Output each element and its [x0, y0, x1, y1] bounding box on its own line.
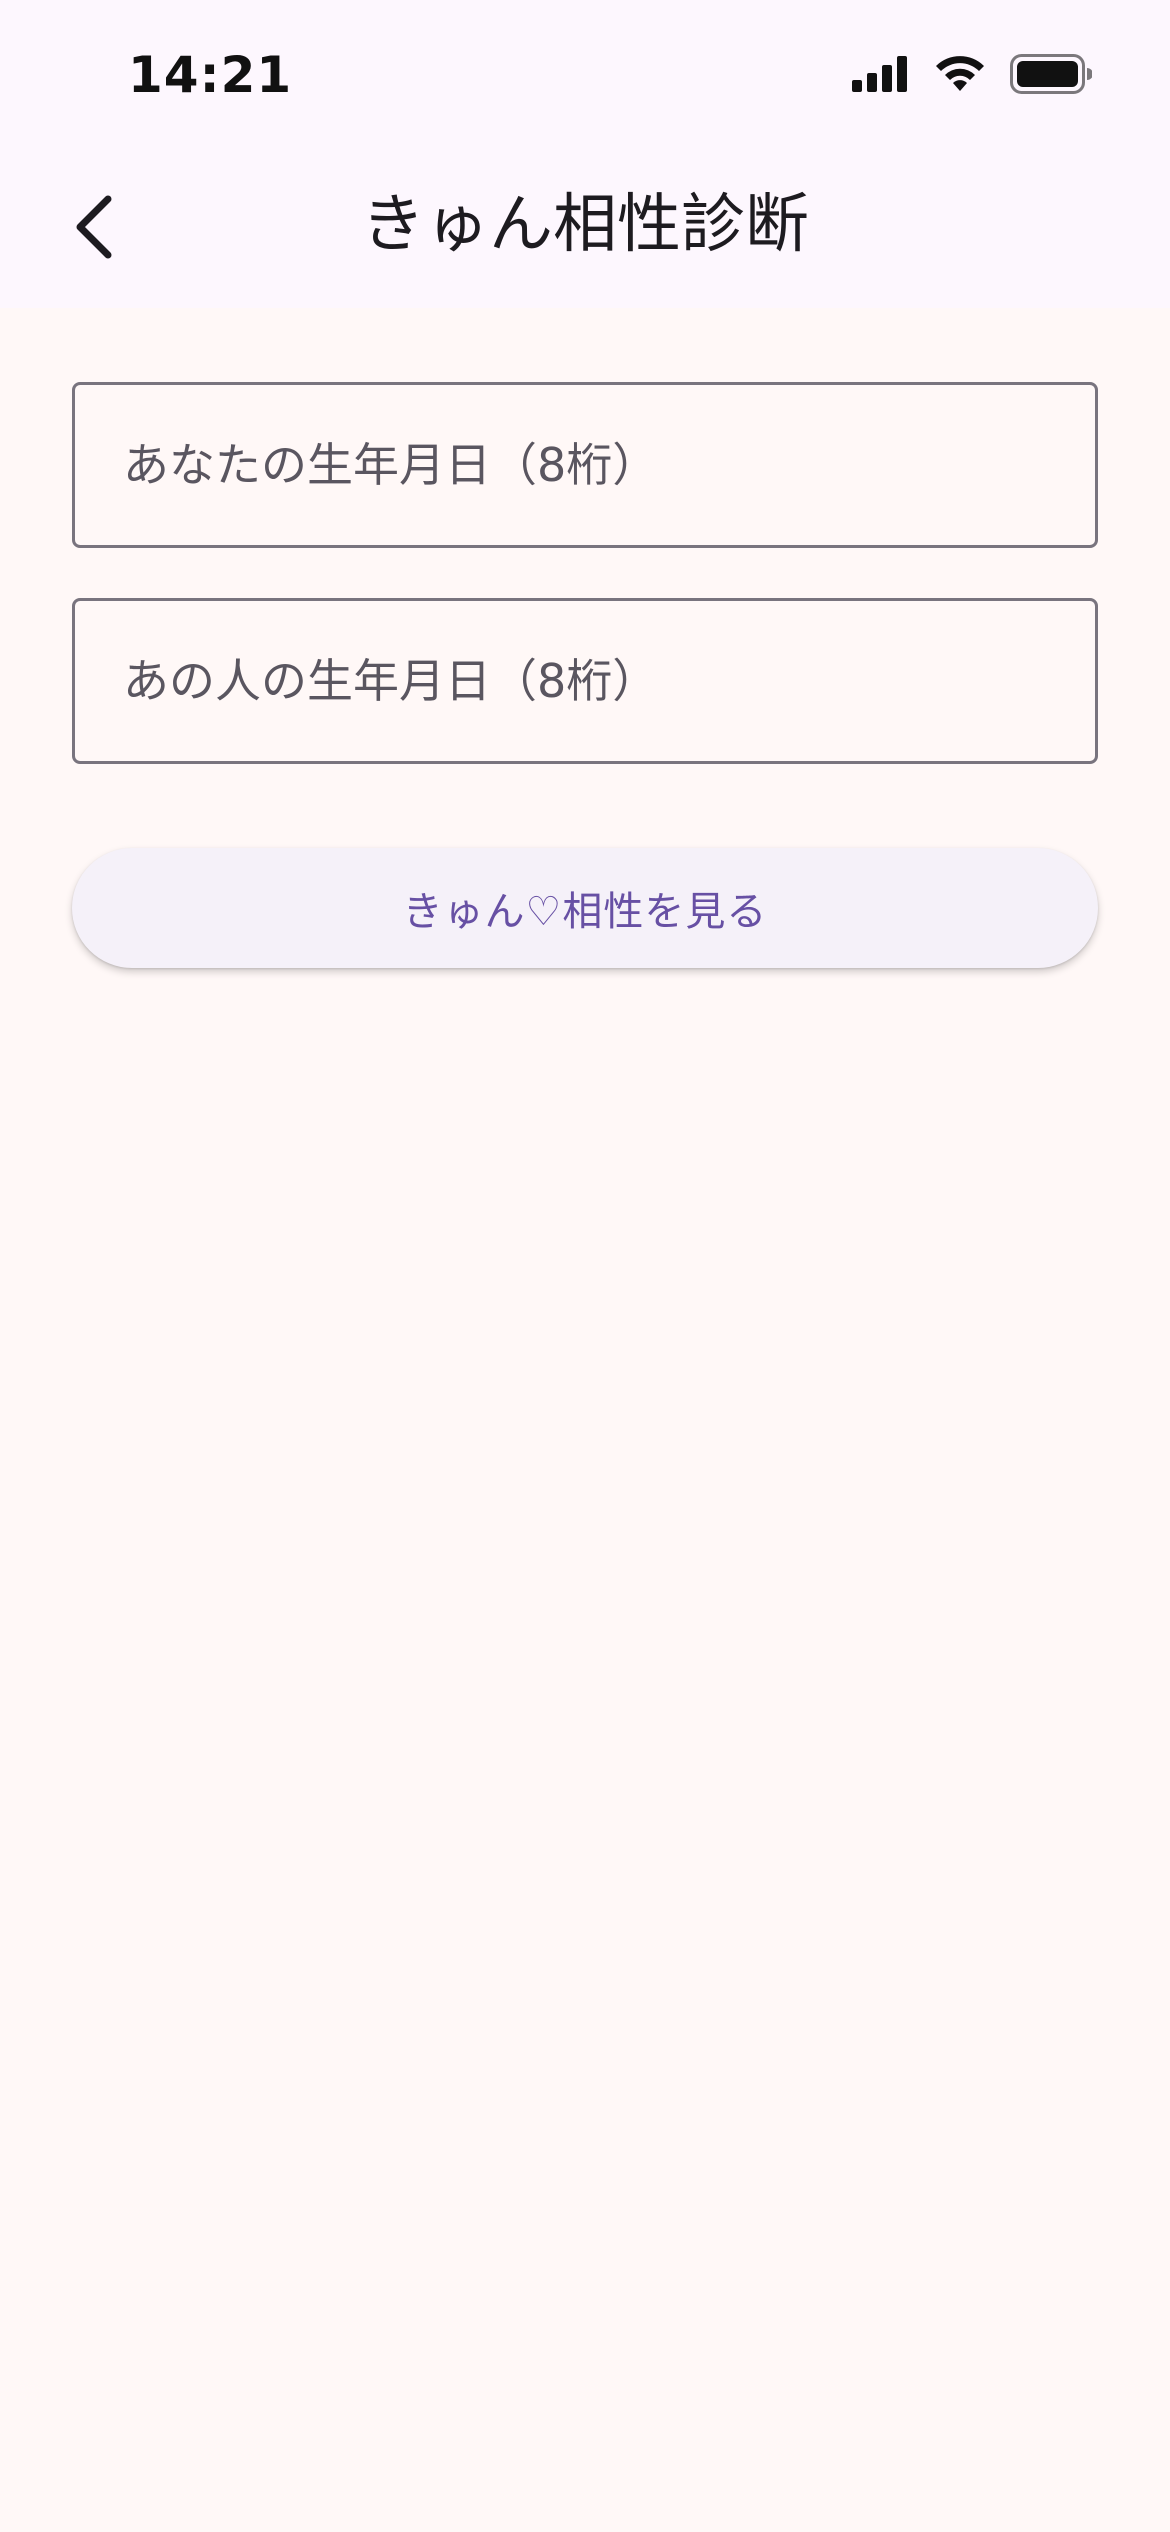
- your-birthday-input[interactable]: [75, 385, 1095, 545]
- status-icons: [852, 54, 1093, 98]
- wifi-icon: [934, 55, 986, 97]
- partner-birthday-field[interactable]: [72, 598, 1098, 764]
- app-bar: きゅん相性診断: [0, 150, 1170, 308]
- battery-icon: [1010, 54, 1093, 98]
- cellular-signal-icon: [852, 56, 910, 96]
- partner-birthday-input[interactable]: [75, 601, 1095, 761]
- status-time: 14:21: [128, 46, 293, 104]
- page-title: きゅん相性診断: [361, 188, 809, 262]
- screen: 14:21 きゅん相性診断 あなたの生年月日（8桁） あの人の生年月日（8桁） …: [0, 0, 1170, 2532]
- status-bar: 14:21: [0, 0, 1170, 150]
- check-compatibility-button[interactable]: きゅん♡相性を見る: [72, 848, 1098, 968]
- your-birthday-field[interactable]: [72, 382, 1098, 548]
